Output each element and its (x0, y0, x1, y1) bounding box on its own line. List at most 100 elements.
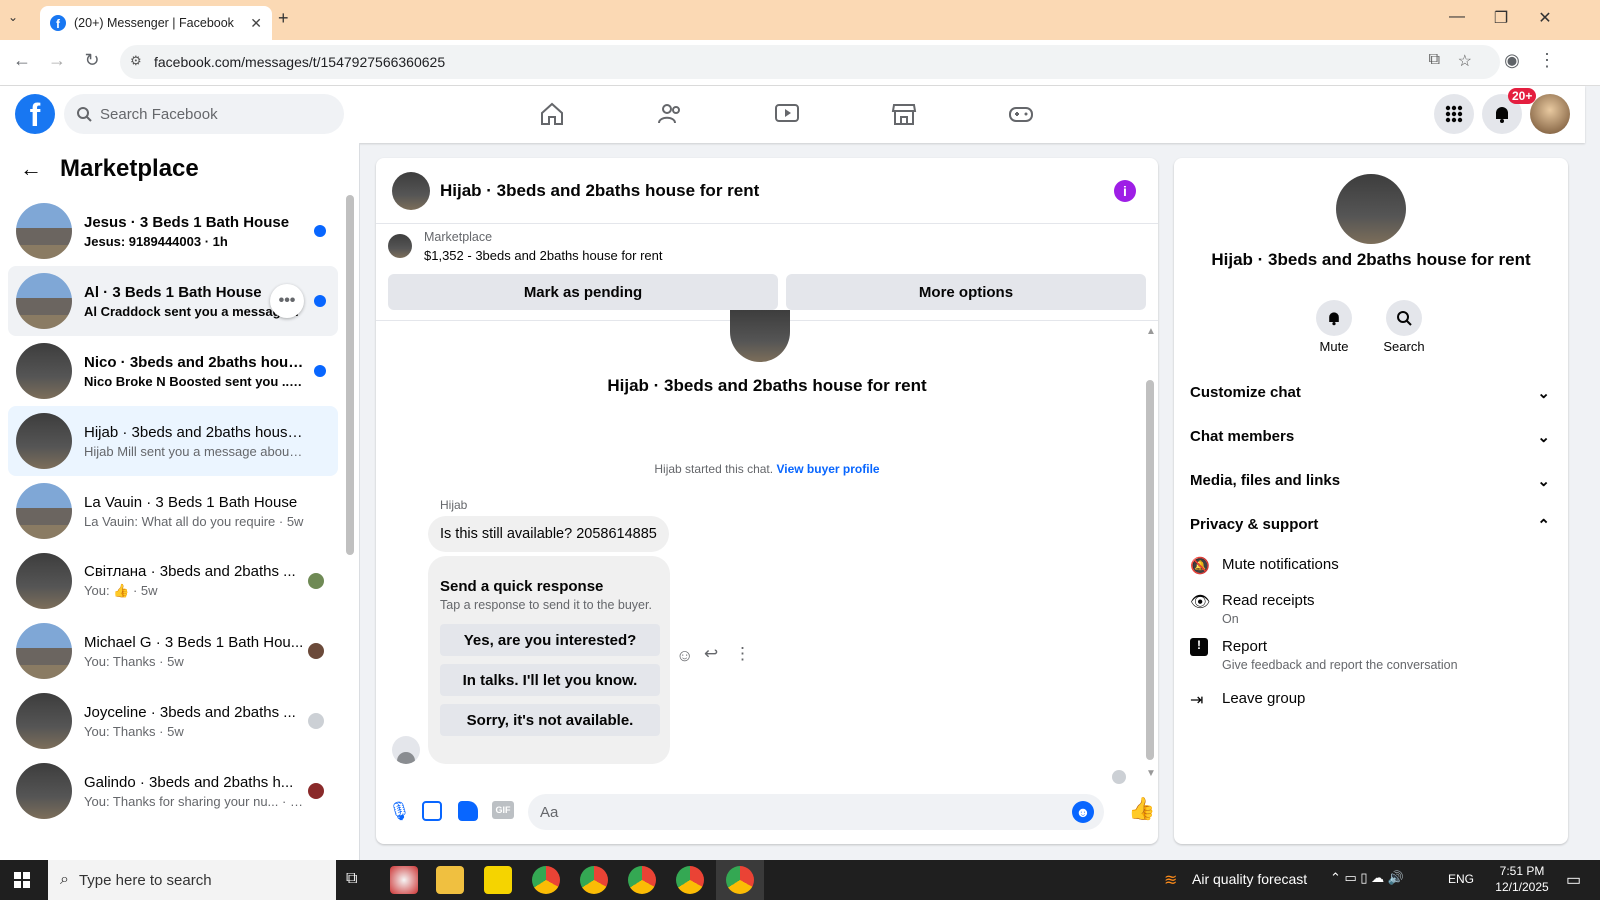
mute-bell-icon[interactable] (1316, 300, 1352, 336)
conversation-item[interactable]: Joyceline · 3beds and 2baths ... You: Tha… (8, 686, 338, 756)
chat-scrollbar[interactable] (1146, 380, 1154, 760)
browser-tab-bar: ⌄ f (20+) Messenger | Facebook ✕ + — ❐ ✕ (0, 0, 1600, 40)
task-view-icon[interactable]: ⧉ (346, 870, 357, 888)
search-conversation-icon[interactable] (1386, 300, 1422, 336)
home-tab-icon[interactable] (522, 94, 582, 134)
chrome-profile-icon[interactable] (676, 866, 704, 894)
photo-icon[interactable] (422, 801, 442, 821)
avatar (16, 483, 72, 539)
conversation-item[interactable]: La Vauin · 3 Beds 1 Bath House La Vauin: … (8, 476, 338, 546)
quick-response-unavailable-button[interactable]: Sorry, it's not available. (440, 704, 660, 736)
report-item[interactable]: ! Report Give feedback and report the con… (1190, 638, 1458, 672)
avatar (16, 553, 72, 609)
facebook-logo-icon[interactable]: f (15, 94, 55, 134)
chat-header-title[interactable]: Hijab · 3beds and 2baths house for rent (440, 181, 759, 201)
menu-icon[interactable]: ⋮ (1535, 50, 1559, 71)
apps-menu-icon[interactable] (1434, 94, 1474, 134)
scroll-down-icon[interactable]: ▼ (1146, 768, 1156, 779)
section-label: Privacy & support (1190, 516, 1319, 533)
notification-center-icon[interactable]: ▭ (1566, 870, 1581, 890)
message-input[interactable]: Aa ☻ (528, 794, 1104, 830)
minimize-icon[interactable]: — (1442, 8, 1472, 26)
conversation-item[interactable]: Світлана · 3beds and 2baths ... You: 👍 · … (8, 546, 338, 616)
site-info-icon[interactable]: ⚙ (130, 53, 142, 69)
conversation-item[interactable]: Galindo · 3beds and 2baths h... You: Than… (8, 756, 338, 826)
conversation-item[interactable]: Al · 3 Beds 1 Bath House Al Craddock sent… (8, 266, 338, 336)
install-icon[interactable]: ⧉ (1429, 51, 1440, 69)
restore-icon[interactable]: ❐ (1486, 8, 1516, 28)
media-files-section[interactable]: Media, files and links ⌄ (1190, 472, 1550, 490)
react-emoji-icon[interactable]: ☺ (676, 646, 693, 666)
app-icon[interactable] (390, 866, 418, 894)
quick-response-talks-button[interactable]: In talks. I'll let you know. (440, 664, 660, 696)
message-more-icon[interactable]: ⋮ (734, 644, 751, 664)
file-explorer-icon[interactable] (436, 866, 464, 894)
chrome-active-icon[interactable] (726, 866, 754, 894)
back-icon[interactable]: ← (10, 50, 34, 71)
tab-list-icon[interactable]: ⌄ (8, 10, 18, 24)
sticky-notes-icon[interactable] (484, 866, 512, 894)
mark-as-pending-button[interactable]: Mark as pending (388, 274, 778, 310)
friends-tab-icon[interactable] (640, 94, 700, 134)
chrome-profile-icon[interactable] (628, 866, 656, 894)
info-icon[interactable]: i (1114, 180, 1136, 202)
account-avatar[interactable] (1530, 94, 1570, 134)
reply-icon[interactable]: ↩ (704, 644, 718, 664)
view-buyer-profile-link[interactable]: View buyer profile (776, 462, 879, 476)
thumbs-up-icon[interactable]: 👍 (1128, 796, 1155, 822)
list-scrollbar[interactable] (346, 195, 354, 555)
forward-icon[interactable]: → (45, 50, 69, 71)
back-arrow-icon[interactable]: ← (20, 156, 42, 182)
microphone-icon[interactable]: 🎙 (388, 801, 411, 822)
mute-label[interactable]: Mute (1304, 339, 1364, 354)
marketplace-tab-icon[interactable] (874, 94, 934, 134)
chat-members-section[interactable]: Chat members ⌄ (1190, 428, 1550, 446)
quick-response-card: Send a quick response Tap a response to … (428, 556, 670, 764)
conversation-item[interactable]: Nico · 3beds and 2baths house... Nico Bro… (8, 336, 338, 406)
new-tab-icon[interactable]: + (278, 8, 289, 29)
gif-icon[interactable]: GIF (492, 801, 514, 819)
more-options-icon[interactable]: ••• (270, 284, 304, 318)
url-field[interactable]: ⚙ facebook.com/messages/t/15479275663606… (120, 45, 1500, 79)
mute-notifications-item[interactable]: 🔕 Mute notifications (1190, 556, 1339, 576)
profile-icon[interactable]: ◉ (1500, 50, 1524, 71)
quick-response-yes-button[interactable]: Yes, are you interested? (440, 624, 660, 656)
close-tab-icon[interactable]: ✕ (250, 15, 262, 32)
windows-start-icon[interactable] (14, 872, 30, 888)
clock-date: 12/1/2025 (1495, 880, 1549, 894)
avatar (16, 763, 72, 819)
clock[interactable]: 7:51 PM 12/1/2025 (1490, 864, 1554, 894)
conversation-title: Світлана · 3beds and 2baths ... (84, 563, 296, 580)
chrome-icon[interactable] (532, 866, 560, 894)
conversation-item[interactable]: Michael G · 3 Beds 1 Bath Hou... You: Tha… (8, 616, 338, 686)
weather-text[interactable]: Air quality forecast (1192, 871, 1307, 887)
chat-avatar[interactable] (392, 171, 430, 210)
close-window-icon[interactable]: ✕ (1530, 8, 1560, 28)
video-tab-icon[interactable] (757, 94, 817, 134)
message-bubble[interactable]: Is this still available? 2058614885 (428, 516, 669, 552)
item-label: Leave group (1222, 690, 1306, 707)
conversation-item-active[interactable]: Hijab · 3beds and 2baths house ... Hijab … (8, 406, 338, 476)
chat-started-text: Hijab started this chat. (654, 462, 774, 476)
browser-tab[interactable]: f (20+) Messenger | Facebook ✕ (40, 6, 272, 40)
chrome-profile-icon[interactable] (580, 866, 608, 894)
sticker-icon[interactable] (458, 801, 478, 821)
emoji-icon[interactable]: ☻ (1072, 801, 1094, 823)
bookmark-star-icon[interactable]: ☆ (1458, 51, 1472, 71)
taskbar-search-input[interactable]: ⌕ Type here to search (48, 860, 336, 900)
more-options-button[interactable]: More options (786, 274, 1146, 310)
conversation-item[interactable]: Jesus · 3 Beds 1 Bath House Jesus: 918944… (8, 196, 338, 266)
profile-avatar (730, 310, 790, 362)
url-text: facebook.com/messages/t/1547927566360625 (154, 54, 446, 70)
gaming-tab-icon[interactable] (991, 94, 1051, 134)
scroll-up-icon[interactable]: ▲ (1146, 326, 1156, 337)
privacy-support-section[interactable]: Privacy & support ⌃ (1190, 516, 1550, 534)
language-indicator[interactable]: ENG (1448, 872, 1474, 886)
system-tray-icons[interactable]: ⌃ ▭ ▯ ☁ 🔊 (1330, 870, 1404, 886)
reload-icon[interactable]: ↻ (80, 50, 104, 71)
facebook-search-input[interactable]: Search Facebook (64, 94, 344, 134)
leave-group-item[interactable]: ⇥ Leave group (1190, 690, 1305, 710)
read-receipts-item[interactable]: 👁 Read receipts On (1190, 592, 1315, 626)
search-label[interactable]: Search (1374, 339, 1434, 354)
customize-chat-section[interactable]: Customize chat ⌄ (1190, 384, 1550, 402)
